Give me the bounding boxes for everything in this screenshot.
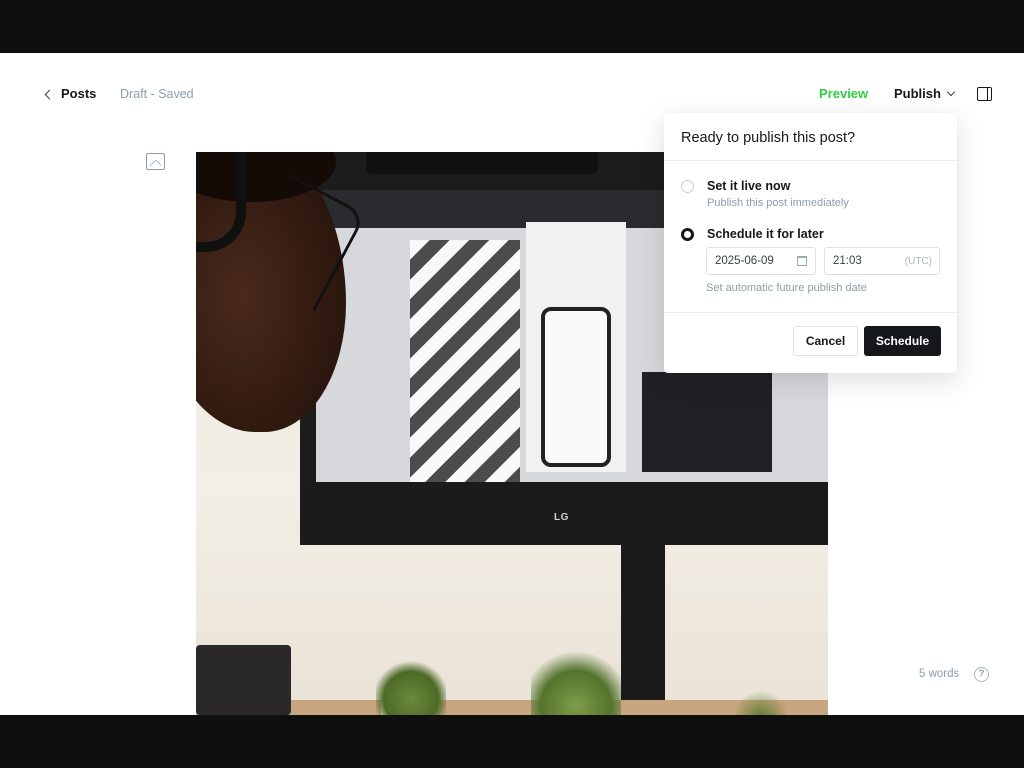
monitor-logo: LG: [554, 512, 569, 523]
divider: [664, 312, 957, 313]
schedule-time-input[interactable]: 21:03 (UTC): [824, 247, 940, 275]
date-value: 2025-06-09: [715, 255, 774, 267]
help-icon[interactable]: ?: [974, 667, 989, 682]
schedule-hint: Set automatic future publish date: [706, 282, 867, 294]
publish-menu: Ready to publish this post? Set it live …: [664, 113, 957, 373]
option-subtitle: Publish this post immediately: [707, 197, 849, 209]
option-title: Schedule it for later: [707, 227, 824, 241]
post-editor: Posts Draft - Saved Preview Publish LG 5…: [0, 53, 1024, 715]
chevron-down-icon: [946, 87, 956, 97]
publish-menu-title: Ready to publish this post?: [664, 113, 957, 161]
sidebar-toggle-icon[interactable]: [977, 87, 992, 101]
word-count: 5 words: [919, 668, 960, 680]
option-title: Set it live now: [707, 179, 791, 193]
publish-dropdown-button[interactable]: Publish: [894, 86, 956, 101]
time-value: 21:03: [833, 255, 862, 267]
back-to-posts-link[interactable]: Posts: [44, 86, 97, 101]
letterbox-bottom: [0, 715, 1024, 768]
letterbox-top: [0, 0, 1024, 53]
radio-publish-now[interactable]: [681, 180, 694, 193]
schedule-date-input[interactable]: 2025-06-09: [706, 247, 816, 275]
calendar-icon[interactable]: [797, 256, 807, 266]
timezone-label: (UTC): [904, 256, 932, 267]
option-schedule-later[interactable]: Schedule it for later: [681, 227, 824, 241]
cancel-button[interactable]: Cancel: [793, 326, 858, 356]
image-card-icon[interactable]: [146, 153, 165, 170]
save-status: Draft - Saved: [120, 87, 194, 101]
schedule-button[interactable]: Schedule: [864, 326, 941, 356]
radio-schedule-later[interactable]: [681, 228, 694, 241]
publish-label: Publish: [894, 86, 941, 101]
back-label: Posts: [61, 86, 97, 101]
preview-button[interactable]: Preview: [819, 86, 868, 101]
option-publish-now[interactable]: Set it live now Publish this post immedi…: [681, 179, 849, 209]
chevron-left-icon: [44, 89, 55, 99]
